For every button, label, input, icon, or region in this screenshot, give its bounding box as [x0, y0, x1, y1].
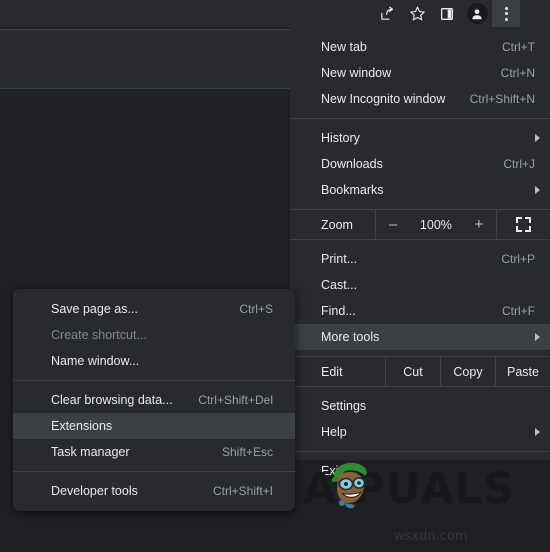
zoom-level-value: 100%	[419, 217, 452, 232]
menu-item-accel: Ctrl+J	[503, 157, 535, 171]
fullscreen-button[interactable]	[497, 210, 550, 239]
menu-item-label: Extensions	[51, 419, 113, 433]
submenu-separator	[13, 471, 295, 472]
kebab-dots	[504, 6, 508, 21]
edit-row: Edit Cut Copy Paste	[290, 356, 550, 387]
avatar	[466, 3, 488, 24]
side-panel-icon[interactable]	[432, 0, 462, 27]
menu-item-label: Task manager	[51, 445, 130, 459]
menu-item-help[interactable]: Help	[290, 419, 550, 445]
cut-button[interactable]: Cut	[385, 357, 440, 386]
page-band-divider-3	[0, 88, 290, 89]
submenu-item-extensions[interactable]: Extensions	[13, 413, 295, 439]
menu-item-label: New Incognito window	[321, 92, 446, 106]
menu-item-new-tab[interactable]: New tab Ctrl+T	[290, 34, 550, 60]
zoom-in-button[interactable]: +	[462, 217, 496, 232]
menu-separator	[290, 118, 550, 119]
zoom-label: Zoom	[321, 217, 353, 232]
page-band-divider-2	[0, 29, 290, 30]
menu-item-history[interactable]: History	[290, 125, 550, 151]
zoom-out-button[interactable]: –	[376, 217, 410, 232]
menu-item-label: Settings	[321, 399, 367, 413]
browser-toolbar	[0, 0, 550, 27]
menu-item-label: Downloads	[321, 157, 383, 171]
fullscreen-icon	[515, 217, 531, 232]
zoom-controls: – 100% +	[374, 210, 497, 239]
three-dot-menu-icon[interactable]	[492, 0, 520, 27]
paste-button[interactable]: Paste	[495, 357, 550, 386]
menu-item-label: New tab	[321, 40, 367, 54]
copy-button[interactable]: Copy	[440, 357, 495, 386]
submenu-item-developer-tools[interactable]: Developer tools Ctrl+Shift+I	[13, 478, 295, 504]
menu-item-accel: Ctrl+F	[502, 304, 535, 318]
chrome-main-menu: New tab Ctrl+T New window Ctrl+N New Inc…	[290, 27, 550, 478]
menu-item-bookmarks[interactable]: Bookmarks	[290, 177, 550, 203]
chevron-right-icon	[535, 186, 540, 194]
menu-item-label: Find...	[321, 304, 356, 318]
share-icon[interactable]	[372, 0, 402, 27]
menu-item-find[interactable]: Find... Ctrl+F	[290, 298, 550, 324]
chevron-right-icon	[535, 333, 540, 341]
toolbar-icon-group	[372, 0, 520, 27]
menu-item-settings[interactable]: Settings	[290, 393, 550, 419]
submenu-item-clear-browsing-data[interactable]: Clear browsing data... Ctrl+Shift+Del	[13, 387, 295, 413]
menu-item-label: New window	[321, 66, 392, 80]
menu-item-downloads[interactable]: Downloads Ctrl+J	[290, 151, 550, 177]
menu-item-label: Name window...	[51, 354, 140, 368]
menu-separator	[290, 451, 550, 452]
more-tools-submenu: Save page as... Ctrl+S Create shortcut..…	[13, 289, 295, 511]
page-content-band-top	[0, 29, 290, 89]
menu-item-accel: Ctrl+Shift+Del	[198, 393, 273, 407]
wsxdn-watermark: wsxdn.com	[394, 529, 468, 544]
menu-item-exit[interactable]: Exit	[290, 458, 550, 484]
menu-item-label: Clear browsing data...	[51, 393, 173, 407]
submenu-item-task-manager[interactable]: Task manager Shift+Esc	[13, 439, 295, 465]
menu-item-label: Cast...	[321, 278, 358, 292]
menu-item-accel: Ctrl+T	[502, 40, 535, 54]
menu-item-label: Save page as...	[51, 302, 138, 316]
edit-label: Edit	[321, 364, 343, 379]
menu-item-print[interactable]: Print... Ctrl+P	[290, 246, 550, 272]
menu-item-label: More tools	[321, 330, 380, 344]
menu-item-accel: Ctrl+N	[500, 66, 535, 80]
chevron-right-icon	[535, 428, 540, 436]
menu-item-label: Bookmarks	[321, 183, 384, 197]
menu-item-accel: Ctrl+Shift+I	[212, 484, 273, 498]
submenu-item-create-shortcut: Create shortcut...	[13, 322, 295, 348]
menu-item-accel: Ctrl+S	[239, 302, 273, 316]
profile-avatar[interactable]	[462, 0, 492, 27]
browser-window: New tab Ctrl+T New window Ctrl+N New Inc…	[0, 0, 550, 552]
submenu-item-name-window[interactable]: Name window...	[13, 348, 295, 374]
zoom-row: Zoom – 100% +	[290, 209, 550, 240]
menu-item-accel: Ctrl+P	[501, 252, 535, 266]
menu-item-label: History	[321, 131, 360, 145]
menu-item-label: Exit	[321, 464, 342, 478]
menu-item-label: Help	[321, 425, 347, 439]
menu-item-new-incognito-window[interactable]: New Incognito window Ctrl+Shift+N	[290, 86, 550, 112]
star-icon[interactable]	[402, 0, 432, 27]
menu-item-label: Developer tools	[51, 484, 138, 498]
chevron-right-icon	[535, 134, 540, 142]
menu-item-more-tools[interactable]: More tools	[290, 324, 550, 350]
menu-item-cast[interactable]: Cast...	[290, 272, 550, 298]
submenu-item-save-page-as[interactable]: Save page as... Ctrl+S	[13, 296, 295, 322]
menu-item-label: Create shortcut...	[51, 328, 147, 342]
menu-item-label: Print...	[321, 252, 358, 266]
submenu-separator	[13, 380, 295, 381]
menu-item-accel: Shift+Esc	[221, 445, 273, 459]
menu-item-accel: Ctrl+Shift+N	[469, 92, 535, 106]
menu-item-new-window[interactable]: New window Ctrl+N	[290, 60, 550, 86]
